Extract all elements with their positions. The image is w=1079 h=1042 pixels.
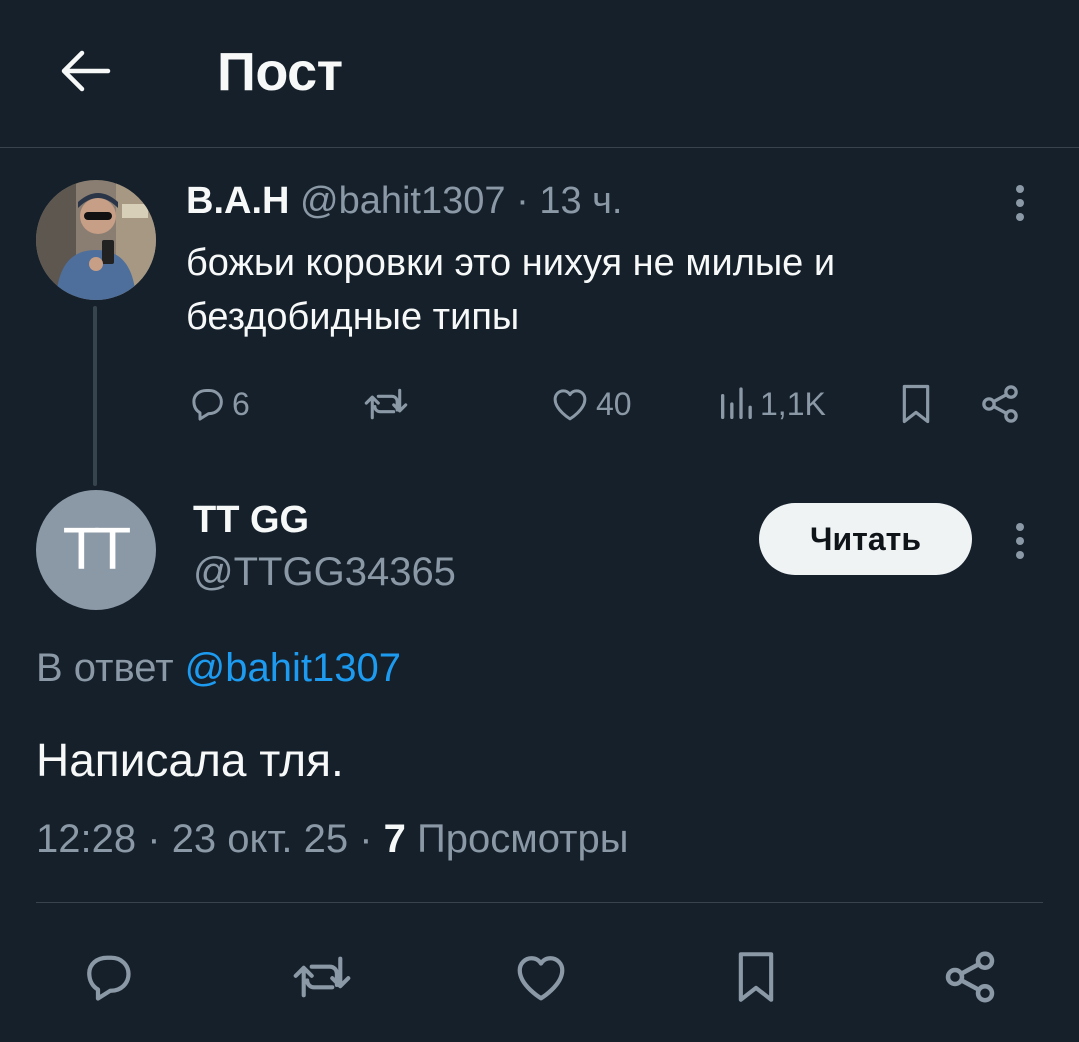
author-name[interactable]: B.A.H bbox=[186, 180, 289, 222]
reply-icon bbox=[192, 389, 223, 421]
share-icon bbox=[945, 951, 995, 1003]
views-button[interactable]: 1,1K bbox=[716, 380, 826, 428]
views-count: 1,1K bbox=[760, 385, 826, 422]
reply-context: В ответ @bahit1307 bbox=[36, 643, 401, 693]
tweet-time[interactable]: 12:28 bbox=[36, 817, 136, 861]
tweet-text: божьи коровки это нихуя не милые и бездо… bbox=[186, 242, 836, 338]
separator: · bbox=[359, 817, 373, 861]
tweet-date[interactable]: 23 окт. 25 bbox=[172, 817, 348, 861]
thread-line bbox=[93, 306, 97, 486]
header-divider bbox=[0, 147, 1079, 148]
repost-button[interactable] bbox=[290, 945, 354, 1009]
more-options-button[interactable] bbox=[1004, 181, 1036, 225]
like-button[interactable] bbox=[509, 945, 573, 1009]
reply-count: 6 bbox=[232, 385, 250, 422]
views-count: 7 bbox=[383, 817, 406, 861]
bar-chart-icon bbox=[721, 387, 752, 419]
avatar[interactable]: TT bbox=[36, 490, 156, 610]
reply-prefix: В ответ bbox=[36, 646, 174, 690]
more-vertical-icon bbox=[1016, 523, 1024, 559]
avatar-initials: TT bbox=[64, 517, 129, 583]
reply-button[interactable] bbox=[76, 945, 140, 1009]
more-options-button[interactable] bbox=[1004, 519, 1036, 563]
author-handle[interactable]: @bahit1307 bbox=[300, 180, 506, 222]
share-button[interactable] bbox=[938, 945, 1002, 1009]
heart-icon bbox=[517, 956, 565, 1001]
tweet-header: B.A.H @bahit1307 · 13 ч. bbox=[186, 178, 623, 224]
arrow-left-icon bbox=[61, 50, 111, 92]
divider bbox=[36, 902, 1043, 903]
bookmark-button[interactable] bbox=[896, 380, 936, 428]
separator: · bbox=[147, 817, 161, 861]
profile-photo bbox=[36, 180, 156, 300]
tweet-meta: 12:28 · 23 окт. 25 · 7 Просмотры bbox=[36, 813, 628, 865]
heart-icon bbox=[553, 389, 587, 421]
follow-button[interactable]: Читать bbox=[759, 503, 972, 575]
share-button[interactable] bbox=[978, 380, 1022, 428]
bookmark-icon bbox=[738, 952, 774, 1002]
tweet-text: Написала тля. bbox=[36, 734, 344, 786]
reply-icon bbox=[87, 955, 131, 1001]
bookmark-button[interactable] bbox=[724, 945, 788, 1009]
page-title: Пост bbox=[217, 42, 343, 102]
repost-button[interactable] bbox=[362, 380, 410, 428]
repost-icon bbox=[293, 956, 351, 998]
views-label[interactable]: Просмотры bbox=[417, 817, 628, 861]
avatar[interactable] bbox=[36, 180, 156, 300]
share-icon bbox=[982, 385, 1018, 423]
reply-mention-link[interactable]: @bahit1307 bbox=[185, 646, 401, 690]
like-button[interactable]: 40 bbox=[548, 380, 632, 428]
back-button[interactable] bbox=[52, 38, 118, 104]
separator: · bbox=[516, 180, 529, 222]
more-vertical-icon bbox=[1016, 185, 1024, 221]
bookmark-icon bbox=[902, 384, 930, 424]
tweet-time[interactable]: 13 ч. bbox=[539, 180, 622, 222]
repost-icon bbox=[364, 388, 408, 420]
like-count: 40 bbox=[596, 385, 632, 422]
reply-button[interactable]: 6 bbox=[186, 380, 250, 428]
author-handle[interactable]: @TTGG34365 bbox=[193, 548, 456, 596]
author-name[interactable]: TT GG bbox=[193, 497, 309, 543]
